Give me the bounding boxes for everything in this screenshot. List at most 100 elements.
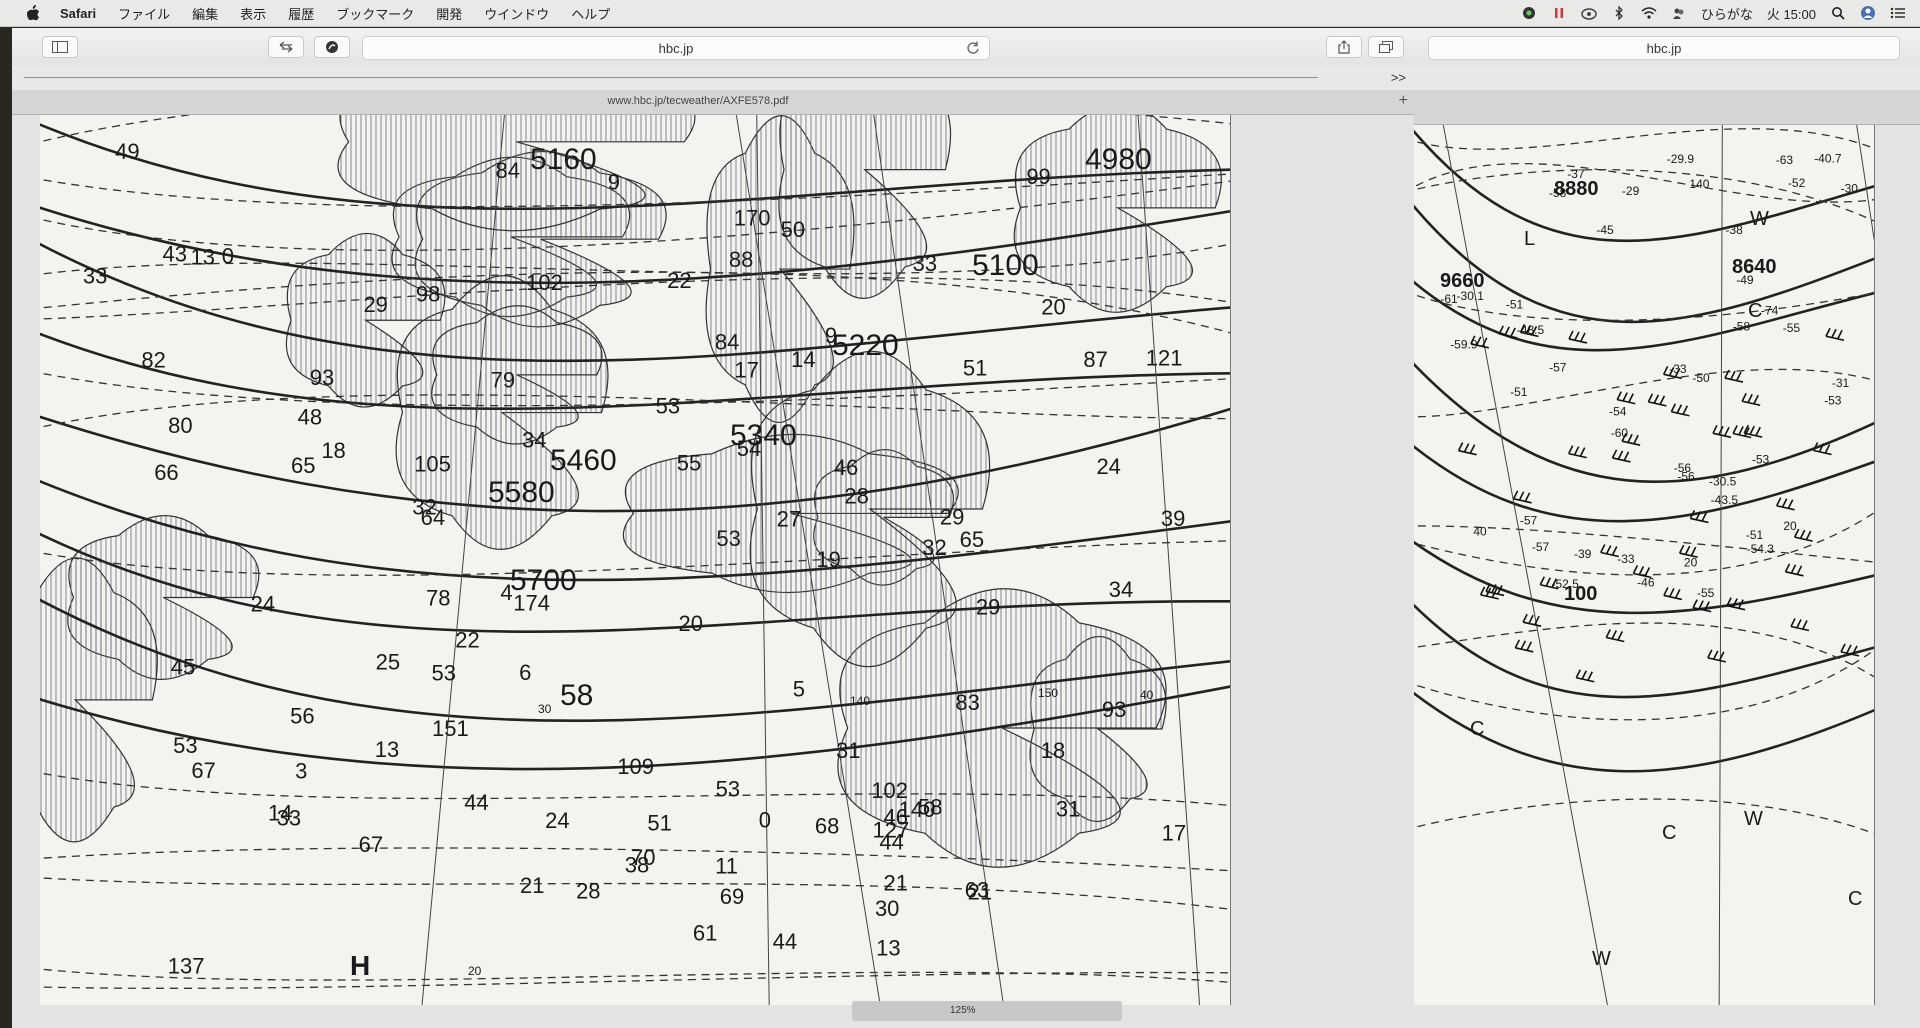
app-status-icon[interactable] <box>1521 5 1537 21</box>
pdf-zoom-bar[interactable]: 125% <box>852 1001 1122 1021</box>
chart-label: 27 <box>777 507 801 532</box>
wind-barb <box>1647 393 1667 407</box>
chart-label: L <box>1524 228 1535 250</box>
address-bar-secondary[interactable]: hbc.jp <box>1428 36 1900 60</box>
menu-help[interactable]: ヘルプ <box>571 4 610 23</box>
notification-center-icon[interactable] <box>1890 5 1906 21</box>
chart-label: 46 <box>834 455 858 480</box>
menu-window[interactable]: ウインドウ <box>484 4 549 23</box>
apple-menu-icon[interactable] <box>22 2 44 24</box>
chart-label: 29 <box>363 292 387 317</box>
bluetooth-icon[interactable] <box>1611 5 1627 21</box>
chart-label: -53 <box>1824 393 1842 407</box>
address-bar[interactable]: hbc.jp <box>362 36 990 60</box>
isotherm-line <box>40 372 1230 407</box>
chart-label: 58 <box>918 795 942 820</box>
chart-label: 65 <box>960 527 984 552</box>
chart-label: -29 <box>1622 184 1640 198</box>
chart-label: -55 <box>1783 321 1801 335</box>
clock[interactable]: 火 15:00 <box>1767 4 1816 23</box>
user-switch-icon[interactable] <box>1671 5 1687 21</box>
extension-icon <box>326 41 338 53</box>
chart-label: -51 <box>1746 528 1764 542</box>
chart-label: 21 <box>883 871 907 896</box>
chart-label: -30 <box>1841 182 1859 196</box>
share-button[interactable] <box>1326 36 1362 58</box>
creative-cloud-icon[interactable] <box>1581 5 1597 21</box>
reload-icon[interactable] <box>965 40 981 56</box>
chart-label: 18 <box>321 438 345 463</box>
extension-button[interactable] <box>314 36 350 58</box>
chart-label: 53 <box>716 777 740 802</box>
chart-label: 28 <box>844 484 868 509</box>
chart-label: 151 <box>432 716 469 741</box>
favorites-overflow-button[interactable]: >> <box>1391 70 1406 85</box>
isotherm-line <box>1414 128 1874 150</box>
menu-view[interactable]: 表示 <box>240 4 266 23</box>
chart-label: 53 <box>716 526 740 551</box>
tab-pdf[interactable]: www.hbc.jp/tecweather/AXFE578.pdf <box>12 95 1384 107</box>
chart-label: 9 <box>608 169 620 194</box>
chart-label: 69 <box>720 884 744 909</box>
wind-barb <box>1616 391 1636 405</box>
wind-barb <box>1825 327 1845 342</box>
chart-label: -51 <box>1506 298 1524 312</box>
menu-file[interactable]: ファイル <box>118 4 170 23</box>
zoom-level: 125% <box>950 1005 976 1016</box>
weather-chart-secondary[interactable]: 888086409660100LCWCWCCW-55-58-57-51 -7420… <box>1414 125 1875 1005</box>
loading-progress-line <box>24 77 1318 78</box>
chart-label: -37 <box>1567 167 1585 181</box>
tabs-icon <box>1379 41 1393 53</box>
chart-label: 32 <box>922 535 946 560</box>
chart-label: 4 <box>500 580 512 605</box>
chart-label: 68 <box>815 813 839 838</box>
pdf-viewer-secondary[interactable]: 8880 8640 9660 100 L C W C W C C W -55 -58 -57 -51 -74 20… <box>1414 125 1920 1028</box>
menu-edit[interactable]: 編集 <box>192 4 218 23</box>
user-avatar-icon[interactable] <box>1860 5 1876 21</box>
wind-barb <box>1498 325 1518 339</box>
menu-app-safari[interactable]: Safari <box>60 6 96 21</box>
wind-barb <box>1605 629 1625 643</box>
chart-label: 170 <box>734 206 771 231</box>
wifi-icon[interactable] <box>1641 5 1657 21</box>
chart-label: 40 <box>1140 688 1154 702</box>
weather-chart-main[interactable]: 5160 498051005220534055805460570058215155… <box>40 115 1231 1005</box>
chart-label: 0 <box>222 244 234 269</box>
contour-line <box>1414 129 1874 242</box>
tab-overview-button[interactable] <box>1368 36 1404 58</box>
isotherm-line <box>40 971 1230 989</box>
new-tab-button[interactable]: + <box>1399 92 1408 110</box>
chart-label: 31 <box>836 738 860 763</box>
menu-history[interactable]: 履歴 <box>288 4 314 23</box>
search-icon[interactable] <box>1830 5 1846 21</box>
sidebar-toggle-button[interactable] <box>42 36 78 58</box>
chart-label: 31 <box>1056 797 1080 822</box>
chart-label: 78 <box>426 585 450 610</box>
browser-window-secondary: hbc.jp 8880 8640 9660 100 L C W C W C C W -55 -58 -57-… <box>1414 28 1920 1028</box>
chart-label: 29 <box>976 595 1000 620</box>
isotherm-line <box>1414 622 1874 678</box>
wind-barb <box>1707 649 1726 663</box>
wind-barb <box>1732 425 1752 439</box>
chart-label: 55 <box>677 450 701 475</box>
chart-label: 6 <box>519 660 531 685</box>
chart-label: 88 <box>729 247 753 272</box>
wind-barb <box>1512 490 1532 504</box>
pause-icon[interactable] <box>1551 5 1567 21</box>
back-forward-button[interactable] <box>268 36 304 58</box>
chart-label: 58 <box>560 679 593 712</box>
favorites-bar-secondary <box>1414 66 1920 91</box>
chart-label: 80 <box>168 413 192 438</box>
pdf-viewer[interactable]: 5160 4980 5100 5220 5340 5580 5460 5700 58 21 51 55… <box>12 115 1414 1028</box>
chart-label: -54 <box>1609 404 1627 418</box>
menu-bookmarks[interactable]: ブックマーク <box>336 4 414 23</box>
chart-label: 20 <box>1041 294 1065 319</box>
wind-barb <box>1670 403 1690 417</box>
chart-label: 5160 <box>530 143 597 176</box>
chart-label: -40.7 <box>1814 151 1842 165</box>
chart-label: -60 <box>1611 426 1629 440</box>
chart-label: W <box>1750 208 1769 230</box>
input-method-label[interactable]: ひらがな <box>1701 4 1753 23</box>
menu-develop[interactable]: 開発 <box>436 4 462 23</box>
chart-label: -63 <box>1776 153 1794 167</box>
